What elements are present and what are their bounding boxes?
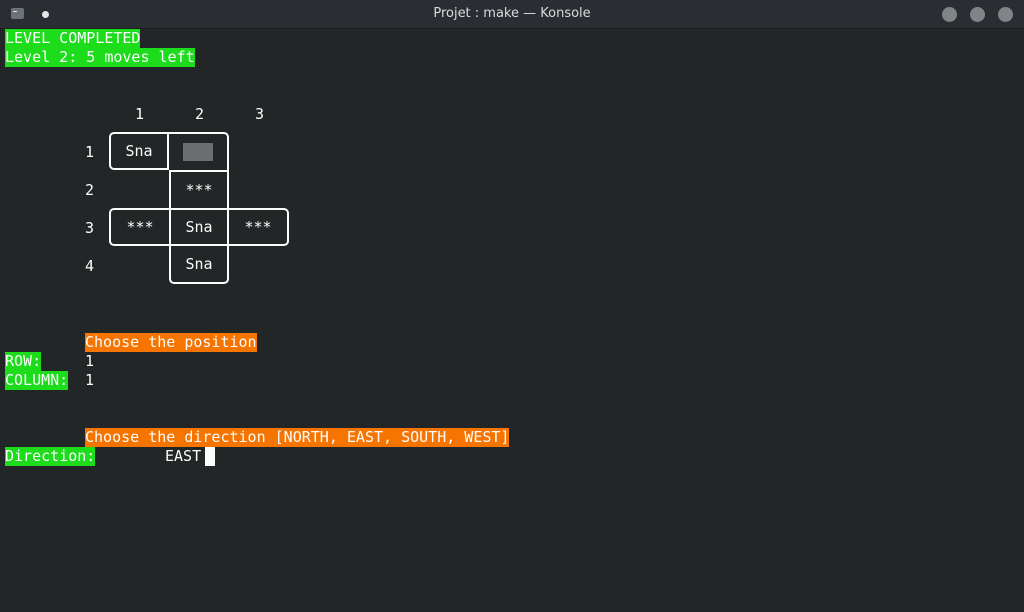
row-header-3: 3	[85, 219, 95, 237]
window-titlebar[interactable]: Projet : make — Konsole	[0, 0, 1024, 29]
choose-position-heading: Choose the position	[85, 333, 257, 352]
col-header-1: 1	[135, 105, 145, 123]
row-label: ROW:	[5, 352, 42, 371]
moves-left-text: Level 2: 5 moves left	[5, 48, 195, 67]
direction-input[interactable]: EAST	[165, 447, 201, 466]
close-button[interactable]	[998, 7, 1013, 22]
direction-label: Direction:	[5, 447, 96, 466]
col-header-3: 3	[255, 105, 265, 123]
minimize-button[interactable]	[942, 7, 957, 22]
row-value: 1	[85, 352, 95, 370]
grid-cell-r3c1: ***	[109, 208, 169, 246]
maximize-button[interactable]	[970, 7, 985, 22]
cell-text: ***	[126, 218, 154, 236]
row-header-1: 1	[85, 143, 95, 161]
grid-cell-r1c1: Sna	[109, 132, 169, 170]
column-label: COLUMN:	[5, 371, 69, 390]
row-header-4: 4	[85, 257, 95, 275]
row-header-2: 2	[85, 181, 95, 199]
grid-cell-r1c2	[169, 132, 229, 170]
col-header-2: 2	[195, 105, 205, 123]
text-cursor	[205, 447, 215, 466]
grid-cell-r4c2: Sna	[169, 246, 229, 284]
level-completed-text: LEVEL COMPLETED	[5, 29, 141, 48]
cell-text: ***	[244, 218, 272, 236]
selected-cell-block	[183, 143, 213, 161]
window-title: Projet : make — Konsole	[433, 6, 591, 21]
column-value: 1	[85, 371, 95, 389]
terminal-area[interactable]: LEVEL COMPLETED Level 2: 5 moves left 1 …	[0, 29, 1024, 612]
cell-text: Sna	[125, 142, 153, 160]
choose-direction-heading: Choose the direction [NORTH, EAST, SOUTH…	[85, 428, 510, 447]
grid-cell-r2c2: ***	[169, 170, 229, 208]
cell-text: Sna	[185, 255, 213, 273]
grid-cell-r3c2: Sna	[169, 208, 229, 246]
grid-cell-r3c3: ***	[229, 208, 289, 246]
cell-text: Sna	[185, 218, 213, 236]
cell-text: ***	[185, 181, 213, 199]
